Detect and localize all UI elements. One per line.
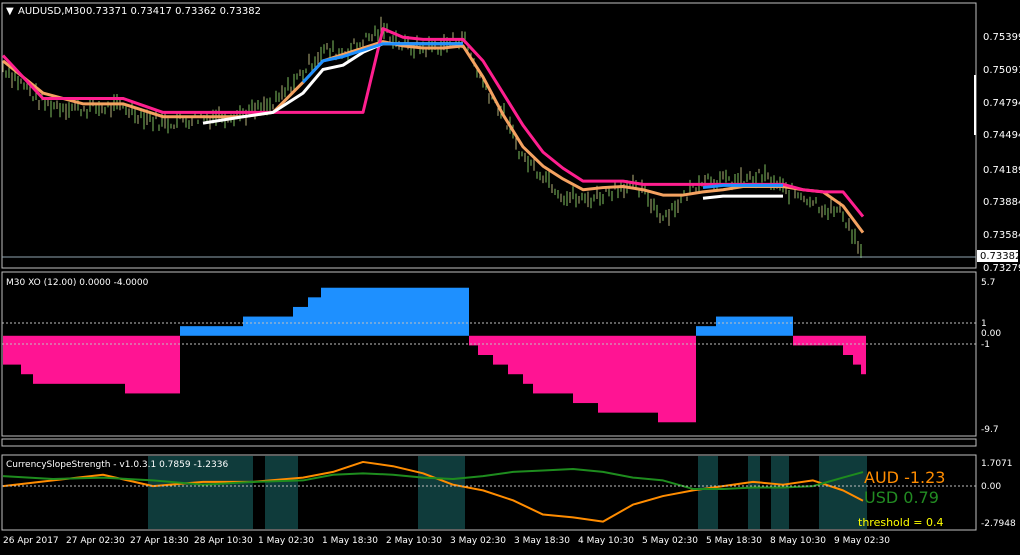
xo-bar-negative bbox=[853, 335, 861, 365]
css-axis: 1.7071 0.00 -2.7948 bbox=[981, 459, 1016, 529]
aud-value: -1.23 bbox=[904, 468, 945, 487]
time-tick: 9 May 02:30 bbox=[834, 536, 890, 546]
xo-bar-positive bbox=[308, 297, 321, 336]
time-tick: 4 May 10:30 bbox=[578, 536, 634, 546]
xo-bar-negative bbox=[843, 335, 853, 355]
xo-bar-positive bbox=[696, 326, 716, 336]
time-tick: 5 May 02:30 bbox=[642, 536, 698, 546]
css-signal-zone bbox=[698, 456, 718, 529]
xo-bar-negative bbox=[573, 335, 598, 404]
time-tick: 28 Apr 10:30 bbox=[194, 536, 253, 546]
time-tick: 27 Apr 02:30 bbox=[66, 536, 125, 546]
xo-bar-positive bbox=[293, 306, 308, 336]
xo-bar-negative bbox=[598, 335, 658, 413]
css-signal-zone bbox=[771, 456, 789, 529]
threshold-text: threshold = 0.4 bbox=[858, 516, 944, 529]
price-tick: 0.74189 bbox=[983, 165, 1020, 176]
css-signal-zone bbox=[748, 456, 760, 529]
css-zones bbox=[148, 456, 867, 529]
price-tick: 0.73884 bbox=[983, 197, 1020, 208]
price-panel-border bbox=[1, 2, 977, 269]
last-price-label: 0.73382 bbox=[980, 251, 1020, 262]
xo-tick: -1 bbox=[981, 340, 990, 350]
price-layer bbox=[1, 16, 865, 258]
symbol-title: AUDUSD,M30 bbox=[18, 6, 86, 17]
usd-value: 0.79 bbox=[903, 488, 939, 507]
xo-bar-negative bbox=[658, 335, 696, 423]
xo-axis: 5.7 1 0.00 -1 -9.7 bbox=[981, 278, 1001, 435]
css-tick: -2.7948 bbox=[981, 519, 1016, 529]
xo-title: M30 XO (12.00) 0.0000 -4.0000 bbox=[6, 278, 149, 288]
chart-window[interactable]: ▼ AUDUSD,M30 0.73371 0.73417 0.73362 0.7… bbox=[0, 0, 1020, 551]
time-tick: 2 May 10:30 bbox=[386, 536, 442, 546]
css-tick: 1.7071 bbox=[981, 459, 1013, 469]
empty-panel-border bbox=[1, 438, 977, 447]
time-axis: 26 Apr 2017 27 Apr 02:30 27 Apr 18:30 28… bbox=[3, 536, 890, 546]
price-tick: 0.74794 bbox=[983, 98, 1020, 109]
xo-tick: 1 bbox=[981, 319, 987, 329]
time-tick: 1 May 02:30 bbox=[258, 536, 314, 546]
usd-label: USD bbox=[864, 488, 898, 507]
xo-bar-negative bbox=[478, 335, 493, 355]
xo-bar-negative bbox=[523, 335, 533, 384]
xo-tick: 5.7 bbox=[981, 278, 995, 288]
time-tick: 5 May 18:30 bbox=[706, 536, 762, 546]
price-tick: 0.73584 bbox=[983, 230, 1020, 241]
xo-bar-positive bbox=[243, 316, 293, 336]
css-signal-zone bbox=[418, 456, 465, 529]
css-tick: 0.00 bbox=[981, 482, 1001, 492]
price-tick: 0.75091 bbox=[983, 65, 1020, 76]
xo-bar-positive bbox=[180, 326, 243, 336]
css-signal-zone bbox=[265, 456, 298, 529]
xo-bar-negative bbox=[861, 335, 866, 375]
time-tick: 1 May 18:30 bbox=[322, 536, 378, 546]
ohlc-readout: 0.73371 0.73417 0.73362 0.73382 bbox=[86, 6, 261, 17]
white-ma-line bbox=[202, 42, 783, 200]
chart-canvas[interactable]: ▼ AUDUSD,M30 0.73371 0.73417 0.73362 0.7… bbox=[0, 0, 1020, 551]
aud-strength-label: AUD -1.23 bbox=[864, 468, 945, 487]
xo-tick: 0.00 bbox=[981, 329, 1001, 339]
price-axis: 0.75399 0.75091 0.74794 0.74494 0.74189 … bbox=[974, 32, 1020, 274]
orange-ma-line bbox=[2, 40, 865, 234]
price-tick: 0.74494 bbox=[983, 130, 1020, 141]
price-tick: 0.75399 bbox=[983, 32, 1020, 43]
time-tick: 3 May 18:30 bbox=[514, 536, 570, 546]
xo-bar-positive bbox=[716, 316, 793, 336]
xo-bar-negative bbox=[3, 335, 21, 365]
xo-tick: -9.7 bbox=[981, 425, 999, 435]
aud-label: AUD bbox=[864, 468, 899, 487]
xo-bar-negative bbox=[493, 335, 508, 365]
xo-bar-negative bbox=[33, 335, 125, 384]
time-tick: 27 Apr 18:30 bbox=[130, 536, 189, 546]
xo-bar-negative bbox=[508, 335, 523, 375]
usd-strength-label: USD 0.79 bbox=[864, 488, 939, 507]
time-tick: 8 May 10:30 bbox=[770, 536, 826, 546]
chart-menu-arrow[interactable]: ▼ bbox=[6, 6, 14, 17]
price-bottom-label: 0.73279 bbox=[983, 263, 1020, 274]
css-title: CurrencySlopeStrength - v1.0.3.1 0.7859 … bbox=[6, 460, 228, 470]
xo-bar-negative bbox=[21, 335, 33, 375]
xo-layer bbox=[3, 287, 866, 423]
time-tick: 26 Apr 2017 bbox=[3, 536, 59, 546]
xo-bar-positive bbox=[321, 287, 469, 336]
time-tick: 3 May 02:30 bbox=[450, 536, 506, 546]
